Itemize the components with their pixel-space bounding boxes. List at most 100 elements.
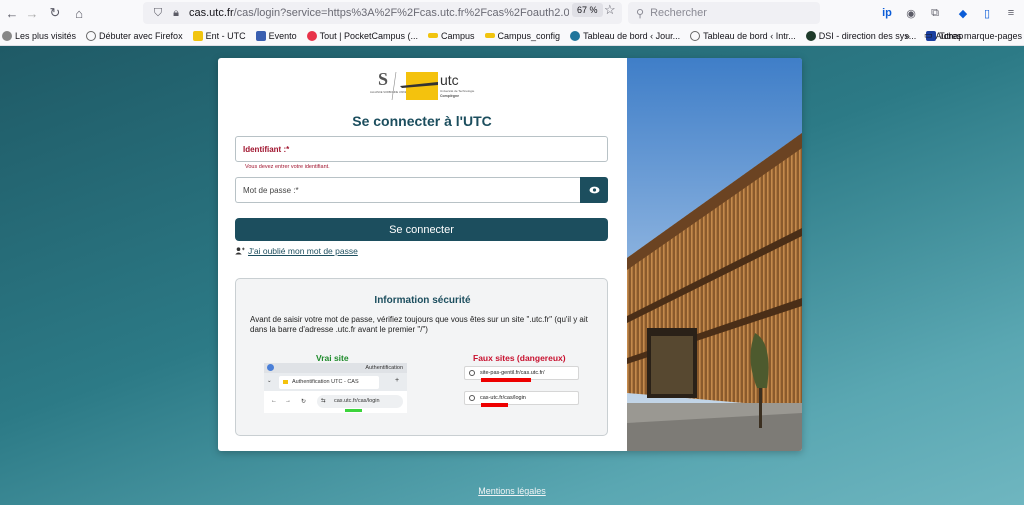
back-icon: ← [271,398,277,404]
evento-icon [255,30,266,41]
bookmark-item[interactable]: Débuter avec Firefox [86,30,183,41]
true-site-urlrow: ← → ↻ ⇆ cas.utc.fr/cas/login [264,391,407,413]
menu-icon[interactable]: ≡ [1002,4,1020,22]
url-path: /cas/login?service=https%3A%2F%2Fcas.utc… [233,7,569,19]
gear-icon [2,30,12,41]
page-background: S ALLIANCE SORBONNE UNIVERSITÉ utc Unive… [0,46,1024,505]
plus-icon: + [395,377,400,384]
chevron-right-icon[interactable]: » [905,31,910,41]
page-title: Se connecter à l'UTC [352,113,492,129]
tune-icon: ⇆ [321,398,326,404]
password-field[interactable]: Mot de passe :* [235,177,580,203]
security-title: Information sécurité [374,295,471,306]
globe-icon [469,395,475,401]
utc-tab-icon [283,380,288,384]
firefox-icon [267,364,274,371]
username-label: Identifiant :* [243,144,290,154]
true-site-screenshot: Authentification ⌄ Authentification UTC … [264,363,407,413]
true-site-urlbar: ⇆ cas.utc.fr/cas/login [317,395,403,408]
bookmarks-bar: Les plus visités Débuter avec Firefox En… [0,26,1024,46]
ublock-icon[interactable]: ◆ [954,4,972,22]
globe-icon [469,370,475,376]
utc-logo: S ALLIANCE SORBONNE UNIVERSITÉ utc Unive… [370,69,475,101]
true-site-url: cas.utc.fr/cas/login [334,398,380,404]
globe-icon [690,30,701,41]
bookmark-item[interactable]: Campus_config [484,30,561,41]
dsi-icon [805,30,816,41]
bookmark-item[interactable]: Tout | PocketCampus (... [306,30,419,41]
bookmark-label: Campus_config [497,30,561,41]
url-bar[interactable]: ⛉ 🔒︎ cas.utc.fr/cas/login?service=https%… [143,2,622,24]
search-placeholder: Rechercher [650,7,707,19]
folder-icon: ▭ [923,30,933,40]
home-icon[interactable]: ⌂ [67,1,91,25]
lock-icon[interactable]: 🔒︎ [167,7,185,20]
fake-site-highlight [481,378,531,382]
chevron-down-icon: ⌄ [267,378,272,384]
bookmark-item[interactable]: DSI - direction des sys... [805,30,917,41]
username-field[interactable]: Identifiant :* [235,136,608,162]
other-bookmarks-label: Autres marque-pages [935,30,1022,41]
bookmark-label: Evento [268,30,297,41]
fake-site-url: cas-utc.fr/cas/login [480,395,526,401]
browser-toolbar: ← → ↻ ⌂ ⛉ 🔒︎ cas.utc.fr/cas/login?servic… [0,0,1024,26]
true-site-tab-label: Authentification UTC - CAS [292,379,359,385]
forgot-password-link[interactable]: J'ai oublié mon mot de passe [235,246,358,256]
true-site-title: Vrai site [316,353,349,363]
account-icon[interactable]: ◉ [902,4,920,22]
bookmark-item[interactable]: Tableau de bord ‹ Jour... [570,30,680,41]
bookmark-label: Tout | PocketCampus (... [319,30,419,41]
bookmark-label: Débuter avec Firefox [99,30,183,41]
bookmark-label: DSI - direction des sys... [818,30,917,41]
ent-icon [192,30,203,41]
globe-icon [86,30,97,41]
show-password-button[interactable] [580,177,608,203]
shield-icon[interactable]: ⛉ [149,7,167,20]
bookmark-label: Tableau de bord ‹ Intr... [703,30,796,41]
svg-text:Université de Technologie: Université de Technologie [440,89,475,93]
other-bookmarks[interactable]: » ▭ Autres marque-pages [905,30,1022,41]
login-form: S ALLIANCE SORBONNE UNIVERSITÉ utc Unive… [218,58,626,451]
forward-icon[interactable]: → [20,1,44,25]
extensions-icon[interactable]: ⧉ [926,4,944,22]
forgot-password-label: J'ai oublié mon mot de passe [248,246,358,256]
true-site-tabbar: Authentification [264,363,407,373]
bookmark-label: Campus [441,30,475,41]
username-error: Vous devez entrer votre identifiant. [245,164,330,170]
svg-text:utc: utc [440,72,459,88]
bookmark-item[interactable]: Tableau de bord ‹ Intr... [690,30,796,41]
search-input[interactable]: ⚲ Rechercher [628,2,820,24]
fake-site-url: site-pas-gentil.fr/cas.utc.fr/ [480,370,545,376]
user-add-icon [235,247,245,255]
bookmark-label: Les plus visités [15,30,77,41]
password-label: Mot de passe :* [243,185,299,195]
reload-icon: ↻ [301,399,307,405]
bookmark-star-icon[interactable]: ☆ [604,2,616,18]
utc-icon [484,33,495,38]
search-icon: ⚲ [636,7,645,20]
reload-icon[interactable]: ↻ [43,1,67,25]
ip-extension-icon[interactable]: ip [878,4,896,22]
legal-mentions-link[interactable]: Mentions légales [0,486,1024,496]
pocketcampus-icon [306,30,317,41]
login-button[interactable]: Se connecter [235,218,608,241]
bookmark-item[interactable]: Ent - UTC [192,30,246,41]
url-host: cas.utc.fr [189,7,234,19]
forward-icon: → [285,398,291,404]
security-text: Avant de saisir votre mot de passe, véri… [250,315,588,334]
security-info-box: Information sécurité Avant de saisir vot… [235,278,608,436]
bookmark-item[interactable]: Evento [255,30,297,41]
true-site-highlight [345,409,362,412]
bookmark-item[interactable]: Les plus visités [2,30,77,41]
fake-sites-title: Faux sites (dangereux) [473,353,566,363]
eye-icon [589,186,599,194]
svg-text:S: S [378,69,388,89]
url-text[interactable]: cas.utc.fr/cas/login?service=https%3A%2F… [189,7,569,19]
zoom-badge[interactable]: 67 % [572,3,603,17]
true-site-header: Authentification [365,365,403,371]
campus-building-photo [627,58,802,451]
login-card: S ALLIANCE SORBONNE UNIVERSITÉ utc Unive… [218,58,802,451]
bookmark-item[interactable]: Campus [428,31,475,41]
sidebar-icon[interactable]: ▯ [978,4,996,22]
true-site-tab: Authentification UTC - CAS [279,376,379,389]
